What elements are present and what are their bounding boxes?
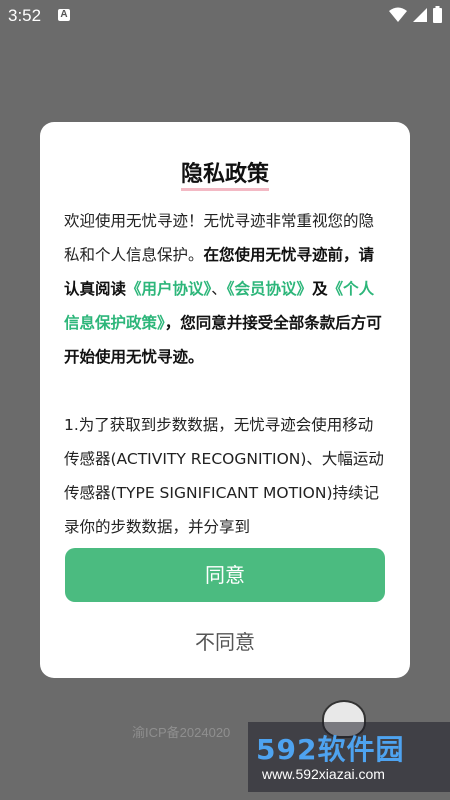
status-bar: 3:52 A (0, 0, 450, 32)
member-agreement-link[interactable]: 《会员协议》 (227, 280, 312, 298)
battery-icon (433, 6, 442, 23)
agree-button[interactable]: 同意 (65, 548, 385, 602)
dialog-title-text: 隐私政策 (180, 162, 269, 191)
policy-paragraph-1: 欢迎使用无忧寻迹！无忧寻迹非常重视您的隐私和个人信息保护。在您使用无忧寻迹前，请… (64, 204, 386, 374)
status-icons (389, 6, 442, 23)
watermark-brand: 592软件园 (256, 733, 405, 766)
signal-icon (413, 7, 427, 22)
policy-content[interactable]: 欢迎使用无忧寻迹！无忧寻迹非常重视您的隐私和个人信息保护。在您使用无忧寻迹前，请… (64, 204, 386, 534)
privacy-dialog: 隐私政策 欢迎使用无忧寻迹！无忧寻迹非常重视您的隐私和个人信息保护。在您使用无忧… (40, 122, 410, 678)
wifi-icon (389, 7, 407, 22)
policy-paragraph-2: 1.为了获取到步数数据，无忧寻迹会使用移动传感器(ACTIVITY RECOGN… (64, 416, 384, 534)
clock: 3:52 (8, 6, 42, 25)
dialog-title: 隐私政策 (40, 156, 410, 191)
notification-icon: A (58, 9, 70, 21)
watermark: 592软件园 www.592xiazai.com (248, 722, 450, 792)
icp-footer: 渝ICP备2024020 (132, 725, 231, 740)
separator-2: 及 (312, 280, 328, 298)
watermark-url: www.592xiazai.com (262, 766, 385, 782)
separator-1: 、 (211, 280, 227, 298)
disagree-button[interactable]: 不同意 (65, 618, 385, 666)
user-agreement-link[interactable]: 《用户协议》 (126, 280, 211, 298)
